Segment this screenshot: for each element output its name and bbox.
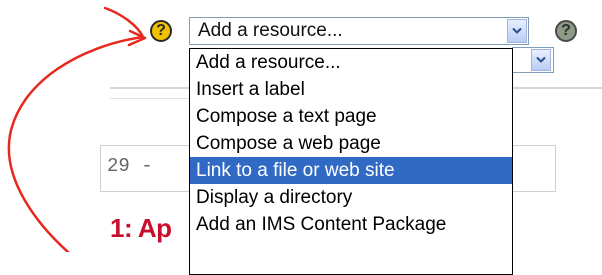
option-display-directory[interactable]: Display a directory (190, 184, 512, 211)
section-title: 1: Ap (110, 213, 172, 243)
help-icon[interactable]: ? (150, 20, 172, 42)
activity-select[interactable] (512, 47, 554, 73)
divider (512, 87, 602, 89)
option-add-a-resource[interactable]: Add a resource... (190, 49, 512, 76)
help-icon[interactable]: ? (555, 20, 577, 42)
divider (110, 87, 190, 89)
option-compose-text-page[interactable]: Compose a text page (190, 103, 512, 130)
resource-dropdown-list: Add a resource... Insert a label Compose… (189, 48, 513, 275)
week-date-text: 29 - (107, 155, 165, 177)
chevron-down-icon (512, 27, 522, 34)
option-compose-web-page[interactable]: Compose a web page (190, 130, 512, 157)
option-link-to-file-or-web-site[interactable]: Link to a file or web site (190, 157, 512, 184)
option-add-ims-content-package[interactable]: Add an IMS Content Package (190, 211, 512, 238)
option-insert-label[interactable]: Insert a label (190, 76, 512, 103)
add-resource-select[interactable]: Add a resource... (189, 17, 529, 45)
dropdown-button[interactable] (531, 49, 551, 71)
divider (110, 98, 190, 99)
dropdown-button[interactable] (507, 19, 527, 43)
week-date-box-edge (512, 145, 556, 192)
chevron-down-icon (536, 56, 546, 63)
select-value: Add a resource... (198, 20, 343, 41)
